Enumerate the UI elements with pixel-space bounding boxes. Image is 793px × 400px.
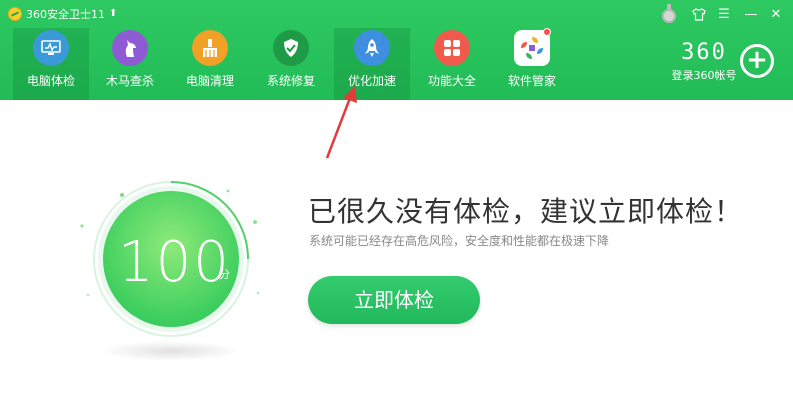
- close-button[interactable]: ✕: [766, 3, 786, 25]
- nav-item-repair[interactable]: 系统修复: [253, 28, 329, 100]
- upgrade-arrow-icon[interactable]: ⬆: [109, 9, 117, 19]
- app-logo-icon: [8, 7, 22, 21]
- skin-icon[interactable]: [690, 3, 708, 25]
- nav-label: 软件管家: [507, 74, 556, 88]
- subtitle: 系统可能已经存在高危风险，安全度和性能都在极速下降: [309, 234, 610, 248]
- score-unit: 分: [219, 268, 230, 281]
- app-title: 360安全卫士11: [26, 8, 105, 21]
- nav-label: 电脑清理: [185, 74, 234, 88]
- apps-icon: [514, 28, 551, 66]
- nav-label: 系统修复: [266, 74, 315, 88]
- nav-item-speedup[interactable]: 优化加速: [334, 28, 410, 100]
- monitor-icon: [33, 30, 69, 66]
- horse-icon: [112, 30, 148, 66]
- nav-label: 功能大全: [427, 74, 476, 88]
- menu-icon[interactable]: ☰: [714, 3, 734, 25]
- nav-item-trojan-scan[interactable]: 木马查杀: [92, 28, 168, 100]
- title-bar: 360安全卫士11 ⬆: [8, 5, 117, 23]
- notification-badge: [543, 28, 551, 36]
- shield-icon: [273, 30, 309, 66]
- brand-360-logo: 360: [681, 40, 727, 65]
- top-bar: 360安全卫士11 ⬆ ☰ — ✕ 电脑体检 木马查杀 电脑清理 系统修复 优化…: [0, 0, 793, 100]
- start-checkup-button[interactable]: 立即体检: [308, 276, 480, 324]
- login-label[interactable]: 登录360帐号: [664, 67, 744, 83]
- medal-icon[interactable]: [659, 3, 679, 25]
- nav-item-checkup[interactable]: 电脑体检: [13, 28, 89, 100]
- score-value: 100: [118, 230, 231, 295]
- minimize-button[interactable]: —: [742, 3, 760, 25]
- nav-item-functions[interactable]: 功能大全: [414, 28, 490, 100]
- grid-icon: [434, 30, 470, 66]
- login-plus-icon[interactable]: +: [740, 44, 774, 78]
- nav-label: 木马查杀: [105, 74, 154, 88]
- nav-label: 电脑体检: [26, 74, 75, 88]
- nav-item-cleanup[interactable]: 电脑清理: [172, 28, 248, 100]
- nav-label: 优化加速: [347, 74, 396, 88]
- login-area[interactable]: 360 登录360帐号: [664, 40, 744, 85]
- rocket-icon: [354, 30, 390, 66]
- headline: 已很久没有体检，建议立即体检！: [308, 195, 744, 228]
- broom-icon: [192, 30, 228, 66]
- nav-item-software-manager[interactable]: 软件管家: [494, 28, 570, 100]
